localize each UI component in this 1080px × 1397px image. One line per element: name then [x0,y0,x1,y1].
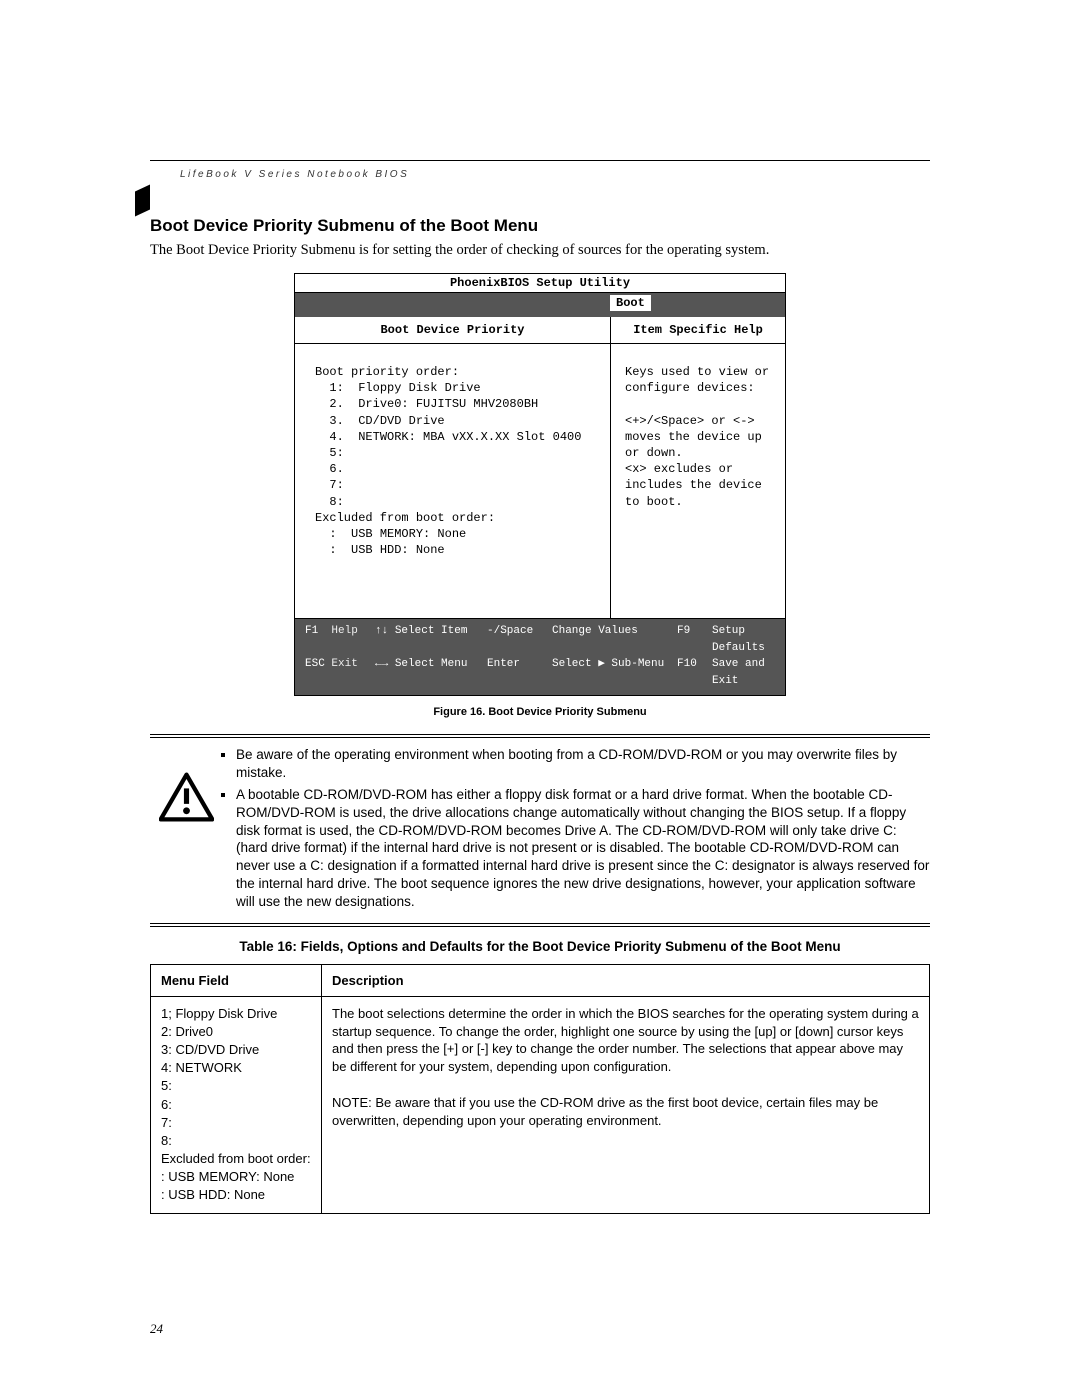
table-title: Table 16: Fields, Options and Defaults f… [150,939,930,954]
bios-help-text: Keys used to view or configure devices: … [611,344,785,570]
table-header-row: Menu Field Description [151,964,930,996]
warning-bullet-2: A bootable CD-ROM/DVD-ROM has either a f… [236,786,930,911]
table-header-menufield: Menu Field [151,964,322,996]
warning-rule-top [150,734,930,738]
warning-rule-bottom [150,923,930,927]
fields-table: Menu Field Description 1; Floppy Disk Dr… [150,964,930,1214]
table-cell-description: The boot selections determine the order … [322,996,930,1213]
running-header: LifeBook V Series Notebook BIOS [150,167,930,186]
bios-left-title: Boot Device Priority [295,317,610,344]
bios-title: PhoenixBIOS Setup Utility [295,274,785,293]
warning-block: Be aware of the operating environment wh… [150,746,930,914]
bios-screenshot: PhoenixBIOS Setup Utility Boot Boot Devi… [294,273,786,696]
section-title: Boot Device Priority Submenu of the Boot… [150,216,930,236]
warning-icon [150,746,222,827]
page-number: 24 [150,1321,163,1337]
table-row: 1; Floppy Disk Drive 2: Drive0 3: CD/DVD… [151,996,930,1213]
bios-boot-list: Boot priority order: 1: Floppy Disk Driv… [295,344,610,618]
table-cell-menufield: 1; Floppy Disk Drive 2: Drive0 3: CD/DVD… [151,996,322,1213]
intro-paragraph: The Boot Device Priority Submenu is for … [150,242,930,259]
tab-marker [135,185,150,217]
warning-bullet-1: Be aware of the operating environment wh… [236,746,930,782]
header-rule [150,160,930,161]
table-header-description: Description [322,964,930,996]
bios-right-title: Item Specific Help [611,317,785,344]
bios-menubar: Boot [295,293,785,317]
bios-active-tab: Boot [610,295,651,311]
bios-footer: F1 Help ↑↓ Select Item -/Space Change Va… [295,619,785,695]
figure-caption: Figure 16. Boot Device Priority Submenu [150,706,930,718]
